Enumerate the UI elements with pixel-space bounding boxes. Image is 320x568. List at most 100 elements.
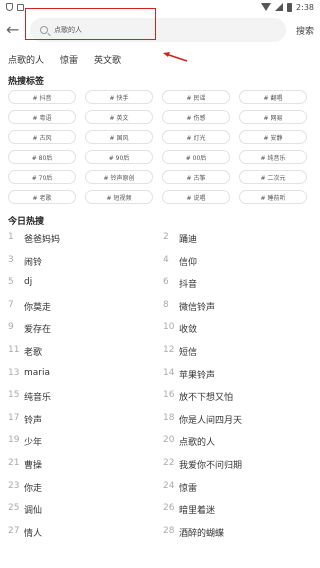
signal-icon xyxy=(275,3,284,11)
hot-tag[interactable]: # 网易 xyxy=(239,110,307,124)
history-item[interactable]: 点歌的人 xyxy=(8,53,44,66)
hot-tag[interactable]: # 粤语 xyxy=(8,110,76,124)
hot-tag[interactable]: # 伤感 xyxy=(162,110,230,124)
song-title: maria xyxy=(24,367,50,378)
list-item[interactable]: 26 暗里着迷 xyxy=(163,499,318,522)
list-item[interactable]: 4 信仰 xyxy=(163,251,318,274)
song-title: 情人 xyxy=(24,528,43,539)
hot-tag[interactable]: # 说唱 xyxy=(162,190,230,204)
hot-tags-grid: # 抖音 # 快手 # 民谣 # 翻唱 # 粤语 # 英文 # 伤感 # 网易 # 古风 # 国风… xyxy=(0,88,320,204)
song-title: 我爱你不问归期 xyxy=(179,460,243,471)
list-item[interactable]: 19 少年 xyxy=(8,431,163,454)
list-item[interactable]: 10 收敛 xyxy=(163,318,318,341)
list-item[interactable]: 21 曹操 xyxy=(8,454,163,477)
list-item[interactable]: 12 短信 xyxy=(163,341,318,364)
song-title: 抖音 xyxy=(179,280,198,291)
list-item[interactable]: 27 情人 xyxy=(8,522,163,545)
search-input[interactable] xyxy=(54,26,214,34)
list-item[interactable]: 15 纯音乐 xyxy=(8,386,163,409)
rank-number: 8 xyxy=(163,299,169,310)
list-item[interactable]: 14 苹果铃声 xyxy=(163,364,318,387)
rank-number: 25 xyxy=(8,503,20,514)
search-icon xyxy=(40,26,48,34)
shield-icon xyxy=(6,3,13,11)
list-item[interactable]: 6 抖音 xyxy=(163,273,318,296)
rank-number: 28 xyxy=(163,525,175,536)
search-bar: ← 搜索 xyxy=(0,16,320,44)
rank-number: 21 xyxy=(8,457,20,468)
song-title: dj xyxy=(24,277,33,288)
rank-number: 2 xyxy=(163,232,169,242)
search-button[interactable]: 搜索 xyxy=(296,24,314,37)
hot-tag[interactable]: # 二次元 xyxy=(239,170,307,184)
list-item[interactable]: 2 踊迪 xyxy=(163,228,318,251)
search-box[interactable] xyxy=(30,18,286,42)
list-item[interactable]: 17 铃声 xyxy=(8,409,163,432)
rank-number: 24 xyxy=(163,480,175,491)
song-title: 你走 xyxy=(24,483,43,494)
hot-tag[interactable]: # 短视频 xyxy=(85,190,153,204)
list-item[interactable]: 3 闹铃 xyxy=(8,251,163,274)
song-title: 放不下想又怕 xyxy=(179,393,234,404)
hot-tag[interactable]: # 翻唱 xyxy=(239,90,307,104)
list-item[interactable]: 16 放不下想又怕 xyxy=(163,386,318,409)
hot-tag[interactable]: # 古风 xyxy=(8,130,76,144)
rank-number: 19 xyxy=(8,435,20,446)
hot-tag[interactable]: # 90后 xyxy=(85,150,153,164)
hot-tag[interactable]: # 老歌 xyxy=(8,190,76,204)
list-item[interactable]: 22 我爱你不问归期 xyxy=(163,454,318,477)
list-item[interactable]: 25 调仙 xyxy=(8,499,163,522)
rank-number: 6 xyxy=(163,277,169,288)
hot-tag[interactable]: # 80后 xyxy=(8,150,76,164)
rank-number: 22 xyxy=(163,457,175,468)
hot-tag[interactable]: # 抖音 xyxy=(8,90,76,104)
list-item[interactable]: 28 酒醉的蝴蝶 xyxy=(163,522,318,545)
list-item[interactable]: 13 maria xyxy=(8,364,163,387)
list-item[interactable]: 24 惊雷 xyxy=(163,477,318,500)
hot-tag[interactable]: # 70后 xyxy=(8,170,76,184)
hot-tag[interactable]: # 纯音乐 xyxy=(239,150,307,164)
hot-tag[interactable]: # 铃声原创 xyxy=(85,170,153,184)
rank-number: 16 xyxy=(163,390,175,401)
list-item[interactable]: 18 你是人间四月天 xyxy=(163,409,318,432)
hot-tag[interactable]: # 00后 xyxy=(162,150,230,164)
list-item[interactable]: 8 微信铃声 xyxy=(163,296,318,319)
rank-number: 13 xyxy=(8,367,20,378)
list-item[interactable]: 1 爸爸妈妈 xyxy=(8,228,163,251)
hot-tag[interactable]: # 快手 xyxy=(85,90,153,104)
hot-tag[interactable]: # 灯光 xyxy=(162,130,230,144)
rank-number: 12 xyxy=(163,344,175,355)
rank-number: 15 xyxy=(8,390,20,401)
song-title: 惊雷 xyxy=(179,483,198,494)
rank-number: 17 xyxy=(8,412,20,423)
hot-tags-title: 热搜标签 xyxy=(8,77,45,87)
status-left xyxy=(6,3,24,11)
rank-number: 18 xyxy=(163,412,175,423)
song-title: 踊迪 xyxy=(179,235,198,245)
list-item[interactable]: 20 点歌的人 xyxy=(163,431,318,454)
list-item[interactable]: 5 dj xyxy=(8,273,163,296)
history-item[interactable]: 英文歌 xyxy=(94,53,121,66)
hot-tag[interactable]: # 民谣 xyxy=(162,90,230,104)
hot-tag[interactable]: # 国风 xyxy=(85,130,153,144)
song-title: 调仙 xyxy=(24,506,43,517)
song-title: 少年 xyxy=(24,438,43,449)
song-title: 暗里着迷 xyxy=(179,506,216,517)
hot-tag[interactable]: # 安静 xyxy=(239,130,307,144)
search-history: 点歌的人 惊雷 英文歌 xyxy=(0,50,320,68)
history-item[interactable]: 惊雷 xyxy=(60,53,78,66)
hot-tag[interactable]: # 古筝 xyxy=(162,170,230,184)
rank-number: 23 xyxy=(8,480,20,491)
list-item[interactable]: 11 老歌 xyxy=(8,341,163,364)
list-item[interactable]: 9 爱存在 xyxy=(8,318,163,341)
rank-number: 26 xyxy=(163,503,175,514)
hot-tag[interactable]: # 睡前听 xyxy=(239,190,307,204)
rank-number: 20 xyxy=(163,435,175,446)
list-item[interactable]: 23 你走 xyxy=(8,477,163,500)
hot-search-list: 1 爸爸妈妈 2 踊迪 3 闹铃 4 信仰 5 dj 6 抖音 7 你莫走 8 微信铃声 9 爱存在 10 收敛 11 老… xyxy=(0,228,320,544)
hot-tag[interactable]: # 英文 xyxy=(85,110,153,124)
back-arrow-icon[interactable]: ← xyxy=(6,22,26,38)
list-item[interactable]: 7 你莫走 xyxy=(8,296,163,319)
hot-search-title: 今日热搜 xyxy=(8,217,45,227)
rank-number: 4 xyxy=(163,254,169,265)
